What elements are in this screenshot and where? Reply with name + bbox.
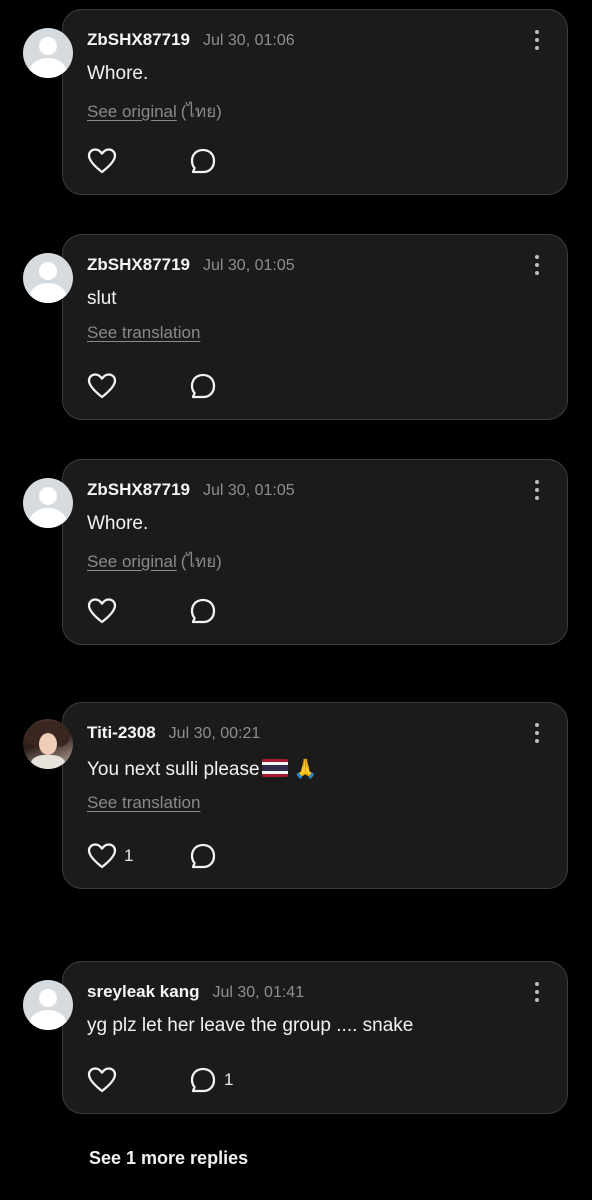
like-button[interactable] — [87, 596, 117, 626]
comment-text: Whore. — [87, 513, 149, 534]
heart-outline-icon — [87, 598, 117, 624]
see-translation-label[interactable]: See translation — [87, 793, 200, 812]
speech-bubble-icon — [190, 598, 216, 624]
comment-card: Titi-2308 Jul 30, 00:21 You next sulli p… — [23, 702, 568, 889]
comment-actions — [87, 596, 287, 626]
like-button[interactable]: 1 — [87, 841, 133, 871]
avatar[interactable] — [23, 980, 73, 1030]
more-options-icon[interactable] — [533, 723, 541, 745]
heart-outline-icon — [87, 1067, 117, 1093]
original-language: (ไทย) — [180, 102, 222, 121]
comment-card: sreyleak kang Jul 30, 01:41 yg plz let h… — [23, 961, 568, 1114]
avatar[interactable] — [23, 478, 73, 528]
comment-card: ZbSHX87719 Jul 30, 01:05 slut See transl… — [23, 234, 568, 420]
username[interactable]: ZbSHX87719 — [87, 480, 190, 500]
reply-button[interactable]: 1 — [189, 1065, 233, 1095]
see-original-link[interactable]: See original (ไทย) — [87, 98, 222, 125]
comment-actions — [87, 371, 287, 401]
speech-bubble-icon — [190, 1067, 216, 1093]
username[interactable]: sreyleak kang — [87, 982, 199, 1002]
comment-text: You next sulli please 🙏 — [87, 757, 317, 781]
comment-card: ZbSHX87719 Jul 30, 01:05 Whore. See orig… — [23, 459, 568, 645]
comment-text: Whore. — [87, 63, 149, 84]
like-count: 1 — [124, 846, 134, 865]
heart-outline-icon — [87, 148, 117, 174]
like-button[interactable] — [87, 371, 117, 401]
comment-text: slut — [87, 288, 117, 309]
comment-actions: 1 — [87, 841, 287, 871]
more-options-icon[interactable] — [533, 255, 541, 277]
comment-header: Titi-2308 Jul 30, 00:21 — [87, 723, 260, 743]
avatar[interactable] — [23, 28, 73, 78]
timestamp: Jul 30, 01:05 — [203, 257, 295, 274]
original-language: (ไทย) — [180, 552, 222, 571]
timestamp: Jul 30, 00:21 — [168, 725, 261, 742]
thailand-flag-icon — [261, 759, 288, 777]
avatar[interactable] — [23, 719, 73, 769]
username[interactable]: ZbSHX87719 — [87, 255, 190, 275]
see-original-link[interactable]: See original (ไทย) — [87, 548, 222, 575]
comment-header: ZbSHX87719 Jul 30, 01:05 — [87, 480, 295, 500]
heart-outline-icon — [87, 373, 117, 399]
comment-header: sreyleak kang Jul 30, 01:41 — [87, 982, 304, 1002]
like-button[interactable] — [87, 1065, 117, 1095]
see-more-replies-button[interactable]: See 1 more replies — [89, 1148, 248, 1169]
see-translation-link[interactable]: See translation — [87, 323, 200, 343]
speech-bubble-icon — [190, 843, 216, 869]
reply-button[interactable] — [189, 371, 217, 401]
reply-button[interactable] — [189, 596, 217, 626]
more-options-icon[interactable] — [533, 982, 541, 1004]
more-options-icon[interactable] — [533, 480, 541, 502]
see-translation-link[interactable]: See translation — [87, 793, 200, 813]
timestamp: Jul 30, 01:05 — [203, 482, 295, 499]
comment-actions: 1 — [87, 1065, 287, 1095]
comment-card: ZbSHX87719 Jul 30, 01:06 Whore. See orig… — [23, 9, 568, 195]
comment-header: ZbSHX87719 Jul 30, 01:05 — [87, 255, 295, 275]
reply-button[interactable] — [189, 146, 217, 176]
more-options-icon[interactable] — [533, 30, 541, 52]
speech-bubble-icon — [190, 373, 216, 399]
see-original-label[interactable]: See original — [87, 552, 177, 571]
like-button[interactable] — [87, 146, 117, 176]
reply-count: 1 — [224, 1070, 234, 1089]
heart-outline-icon — [87, 843, 117, 869]
comment-text-body: You next sulli please — [87, 759, 260, 780]
see-translation-label[interactable]: See translation — [87, 323, 200, 342]
comment-header: ZbSHX87719 Jul 30, 01:06 — [87, 30, 295, 50]
comment-text: yg plz let her leave the group .... snak… — [87, 1015, 414, 1036]
username[interactable]: Titi-2308 — [87, 723, 156, 743]
avatar[interactable] — [23, 253, 73, 303]
reply-button[interactable] — [189, 841, 217, 871]
timestamp: Jul 30, 01:41 — [212, 984, 305, 1001]
comment-actions — [87, 146, 287, 176]
speech-bubble-icon — [190, 148, 216, 174]
timestamp: Jul 30, 01:06 — [203, 32, 295, 49]
username[interactable]: ZbSHX87719 — [87, 30, 190, 50]
see-original-label[interactable]: See original — [87, 102, 177, 121]
praying-hands-emoji: 🙏 — [293, 759, 318, 780]
